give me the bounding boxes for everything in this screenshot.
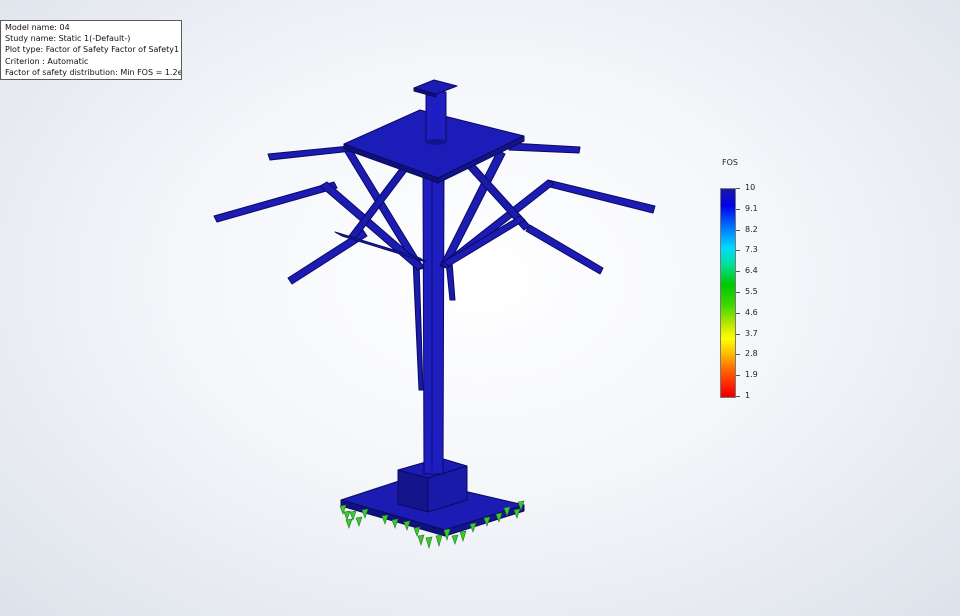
fos-legend-tick-label: 9.1	[745, 203, 758, 213]
fos-legend-tick-mark	[736, 188, 740, 189]
fos-legend-tick-label: 8.2	[745, 224, 758, 234]
fos-legend-tick-mark	[736, 229, 740, 231]
fos-legend-tick-mark	[736, 250, 740, 252]
fos-legend-tick-mark	[736, 208, 740, 210]
top-post	[425, 91, 447, 143]
arm-right-front	[525, 224, 604, 275]
fos-legend-tick-mark	[736, 375, 740, 377]
fos-legend-tick-label: 3.7	[745, 328, 758, 338]
fos-legend-tick-label: 5.5	[745, 287, 758, 296]
fos-legend-tick-label: 4.6	[745, 307, 758, 317]
base-block-front	[397, 469, 429, 513]
fos-legend-tick-label: 6.4	[745, 266, 758, 276]
fos-legend-tick-label: 1	[745, 391, 751, 400]
fos-legend-tick-mark	[736, 333, 740, 335]
lower-strut-left	[412, 259, 424, 391]
main-column	[422, 171, 445, 475]
fos-legend-title: FOS	[722, 158, 738, 167]
fos-legend-tick-label: 7.3	[745, 245, 758, 255]
arm-left-long	[213, 181, 338, 223]
fos-legend-tick-mark	[736, 396, 740, 397]
fos-legend-tick-mark	[736, 271, 740, 273]
arm-left-upper	[267, 145, 353, 161]
fos-legend-tick-mark	[736, 312, 740, 314]
fos-legend-tick-label: 2.8	[745, 349, 758, 359]
fos-legend-tick-mark	[736, 292, 740, 293]
fos-legend-tick-label: 1.9	[745, 370, 758, 380]
fos-color-bar	[720, 188, 736, 398]
arm-right-upper	[508, 142, 581, 154]
fos-legend-tick-label: 10	[745, 183, 756, 192]
fos-legend-tick-mark	[736, 354, 740, 356]
arm-right-long	[545, 179, 656, 214]
umbrella-model[interactable]	[213, 79, 656, 537]
model-viewport[interactable]	[0, 0, 960, 616]
